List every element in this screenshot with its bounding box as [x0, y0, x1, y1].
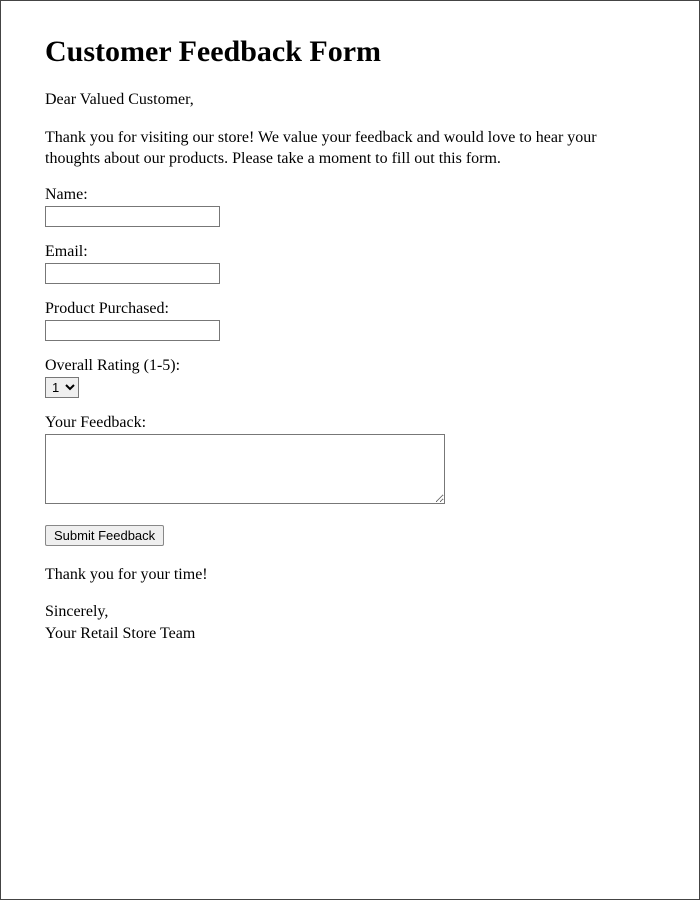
product-input[interactable] [45, 320, 220, 341]
thankyou-text: Thank you for your time! [45, 564, 655, 586]
rating-select[interactable]: 1 [45, 377, 79, 398]
product-label: Product Purchased: [45, 300, 655, 318]
name-label: Name: [45, 186, 655, 204]
email-input[interactable] [45, 263, 220, 284]
feedback-form-page: Customer Feedback Form Dear Valued Custo… [0, 0, 700, 900]
signoff-line2: Your Retail Store Team [45, 625, 195, 642]
product-field: Product Purchased: [45, 300, 655, 341]
email-label: Email: [45, 243, 655, 261]
submit-wrap: Submit Feedback [45, 525, 655, 546]
feedback-label: Your Feedback: [45, 414, 655, 432]
email-field: Email: [45, 243, 655, 284]
feedback-textarea[interactable] [45, 434, 445, 504]
name-input[interactable] [45, 206, 220, 227]
feedback-field: Your Feedback: [45, 414, 655, 509]
greeting-text: Dear Valued Customer, [45, 89, 655, 111]
intro-text: Thank you for visiting our store! We val… [45, 127, 655, 170]
signoff: Sincerely, Your Retail Store Team [45, 601, 655, 644]
signoff-line1: Sincerely, [45, 603, 108, 620]
rating-label: Overall Rating (1-5): [45, 357, 655, 375]
page-title: Customer Feedback Form [45, 35, 655, 69]
rating-field: Overall Rating (1-5): 1 [45, 357, 655, 398]
name-field: Name: [45, 186, 655, 227]
submit-button[interactable]: Submit Feedback [45, 525, 164, 546]
